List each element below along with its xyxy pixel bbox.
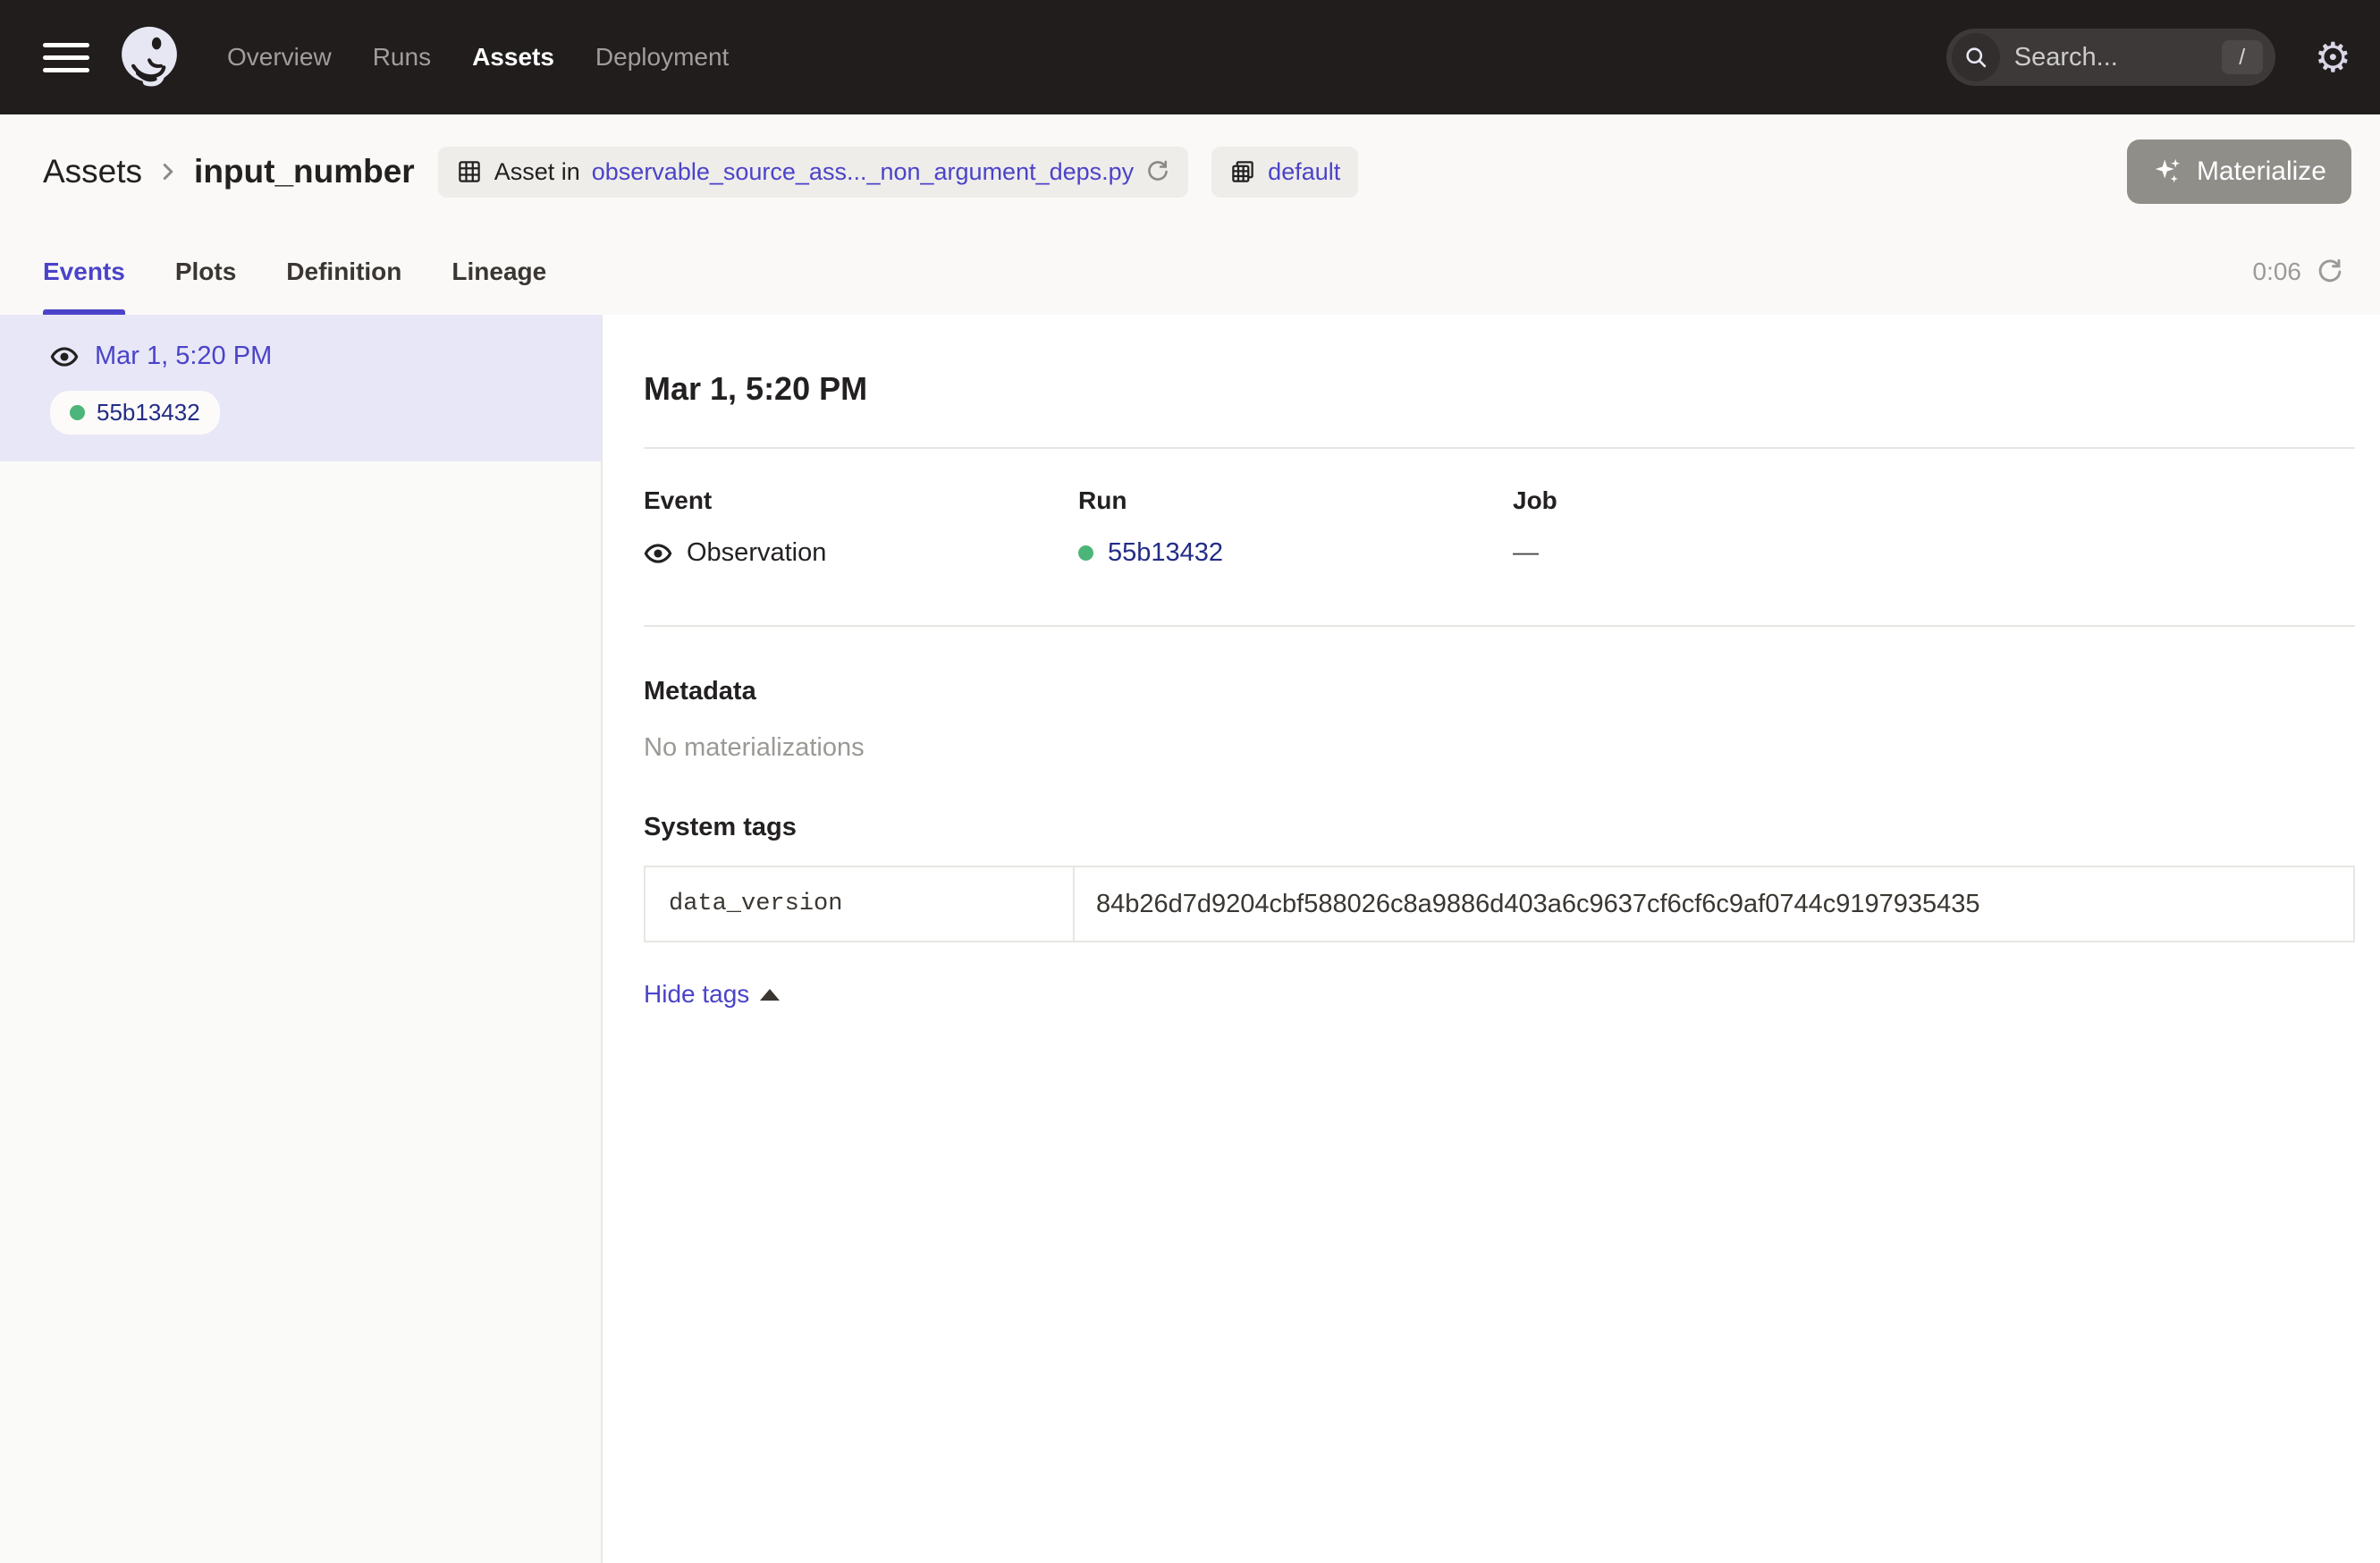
run-column: Run 55b13432 xyxy=(1078,486,1513,568)
table-grid-icon xyxy=(456,158,483,185)
job-column-label: Job xyxy=(1513,486,1947,515)
code-location-link[interactable]: observable_source_ass..._non_argument_de… xyxy=(592,158,1134,186)
menu-icon[interactable] xyxy=(43,43,89,72)
dagster-logo-icon[interactable] xyxy=(114,22,184,92)
run-link[interactable]: 55b13432 xyxy=(1108,538,1223,568)
nav-item-overview[interactable]: Overview xyxy=(227,43,332,72)
job-empty-value: — xyxy=(1513,538,1539,568)
divider xyxy=(644,447,2355,449)
sparkle-icon xyxy=(2152,156,2184,188)
chevron-right-icon xyxy=(155,158,181,185)
hide-tags-label: Hide tags xyxy=(644,980,749,1009)
eye-icon xyxy=(644,539,672,568)
run-id-label: 55b13432 xyxy=(97,399,200,427)
search-input[interactable]: Search... / xyxy=(1946,29,2275,86)
tab-definition[interactable]: Definition xyxy=(286,229,401,315)
eye-icon xyxy=(50,342,79,371)
nav-item-deployment[interactable]: Deployment xyxy=(595,43,729,72)
event-list-item[interactable]: Mar 1, 5:20 PM 55b13432 xyxy=(0,315,601,461)
system-tags-table: data_version 84b26d7d9204cbf588026c8a988… xyxy=(644,866,2355,942)
tab-plots[interactable]: Plots xyxy=(175,229,236,315)
asset-location-badge: Asset in observable_source_ass..._non_ar… xyxy=(438,147,1188,198)
tab-events[interactable]: Events xyxy=(43,229,125,315)
gear-icon[interactable]: ⚙ xyxy=(2315,37,2351,78)
refresh-icon[interactable] xyxy=(2316,258,2344,286)
metadata-heading: Metadata xyxy=(644,677,2355,706)
asset-name: input_number xyxy=(194,153,415,190)
search-shortcut-key: / xyxy=(2222,40,2263,74)
event-column-label: Event xyxy=(644,486,1078,515)
primary-nav: Overview Runs Assets Deployment xyxy=(227,43,729,72)
materialize-button[interactable]: Materialize xyxy=(2127,139,2351,204)
event-list-sidebar: Mar 1, 5:20 PM 55b13432 xyxy=(0,315,603,1563)
search-placeholder: Search... xyxy=(2014,43,2207,72)
asset-tabs: Events Plots Definition Lineage 0:06 xyxy=(0,229,2380,315)
breadcrumb-assets-link[interactable]: Assets xyxy=(43,153,142,190)
hide-tags-link[interactable]: Hide tags xyxy=(644,980,780,1009)
tag-key-cell: data_version xyxy=(646,867,1075,941)
tag-value-cell: 84b26d7d9204cbf588026c8a9886d403a6c9637c… xyxy=(1075,867,2353,941)
tab-lineage[interactable]: Lineage xyxy=(452,229,546,315)
refresh-countdown: 0:06 xyxy=(2253,258,2302,286)
materialize-label: Materialize xyxy=(2197,156,2326,187)
nav-item-runs[interactable]: Runs xyxy=(373,43,431,72)
collapse-up-icon xyxy=(760,989,780,1001)
content-area: Mar 1, 5:20 PM 55b13432 Mar 1, 5:20 PM E… xyxy=(0,315,2380,1563)
run-status-dot xyxy=(1078,545,1093,561)
run-badge[interactable]: 55b13432 xyxy=(50,391,220,435)
divider xyxy=(644,625,2355,627)
system-tags-heading: System tags xyxy=(644,813,2355,842)
asset-header: Assets input_number Asset in observable_… xyxy=(0,114,2380,229)
event-detail-panel: Mar 1, 5:20 PM Event Observation Run 55b… xyxy=(603,315,2380,1563)
search-icon xyxy=(1952,33,2000,81)
metadata-empty-text: No materializations xyxy=(644,733,2355,763)
nav-item-assets[interactable]: Assets xyxy=(472,43,554,72)
job-column: Job — xyxy=(1513,486,1947,568)
run-column-label: Run xyxy=(1078,486,1513,515)
repo-badge: default xyxy=(1211,147,1358,198)
refresh-timer: 0:06 xyxy=(2253,258,2345,286)
workspace-icon xyxy=(1229,158,1256,185)
top-nav: Overview Runs Assets Deployment Search..… xyxy=(0,0,2380,114)
asset-location-prefix: Asset in xyxy=(494,158,580,186)
event-timestamp: Mar 1, 5:20 PM xyxy=(95,342,272,371)
breadcrumb: Assets input_number xyxy=(43,153,415,190)
run-status-dot xyxy=(70,405,85,420)
event-type-value: Observation xyxy=(687,538,826,568)
event-summary: Event Observation Run 55b13432 Job xyxy=(644,486,2355,568)
event-title: Mar 1, 5:20 PM xyxy=(644,370,2355,408)
event-column: Event Observation xyxy=(644,486,1078,568)
reload-icon[interactable] xyxy=(1145,159,1170,184)
repo-default-link[interactable]: default xyxy=(1268,158,1340,186)
